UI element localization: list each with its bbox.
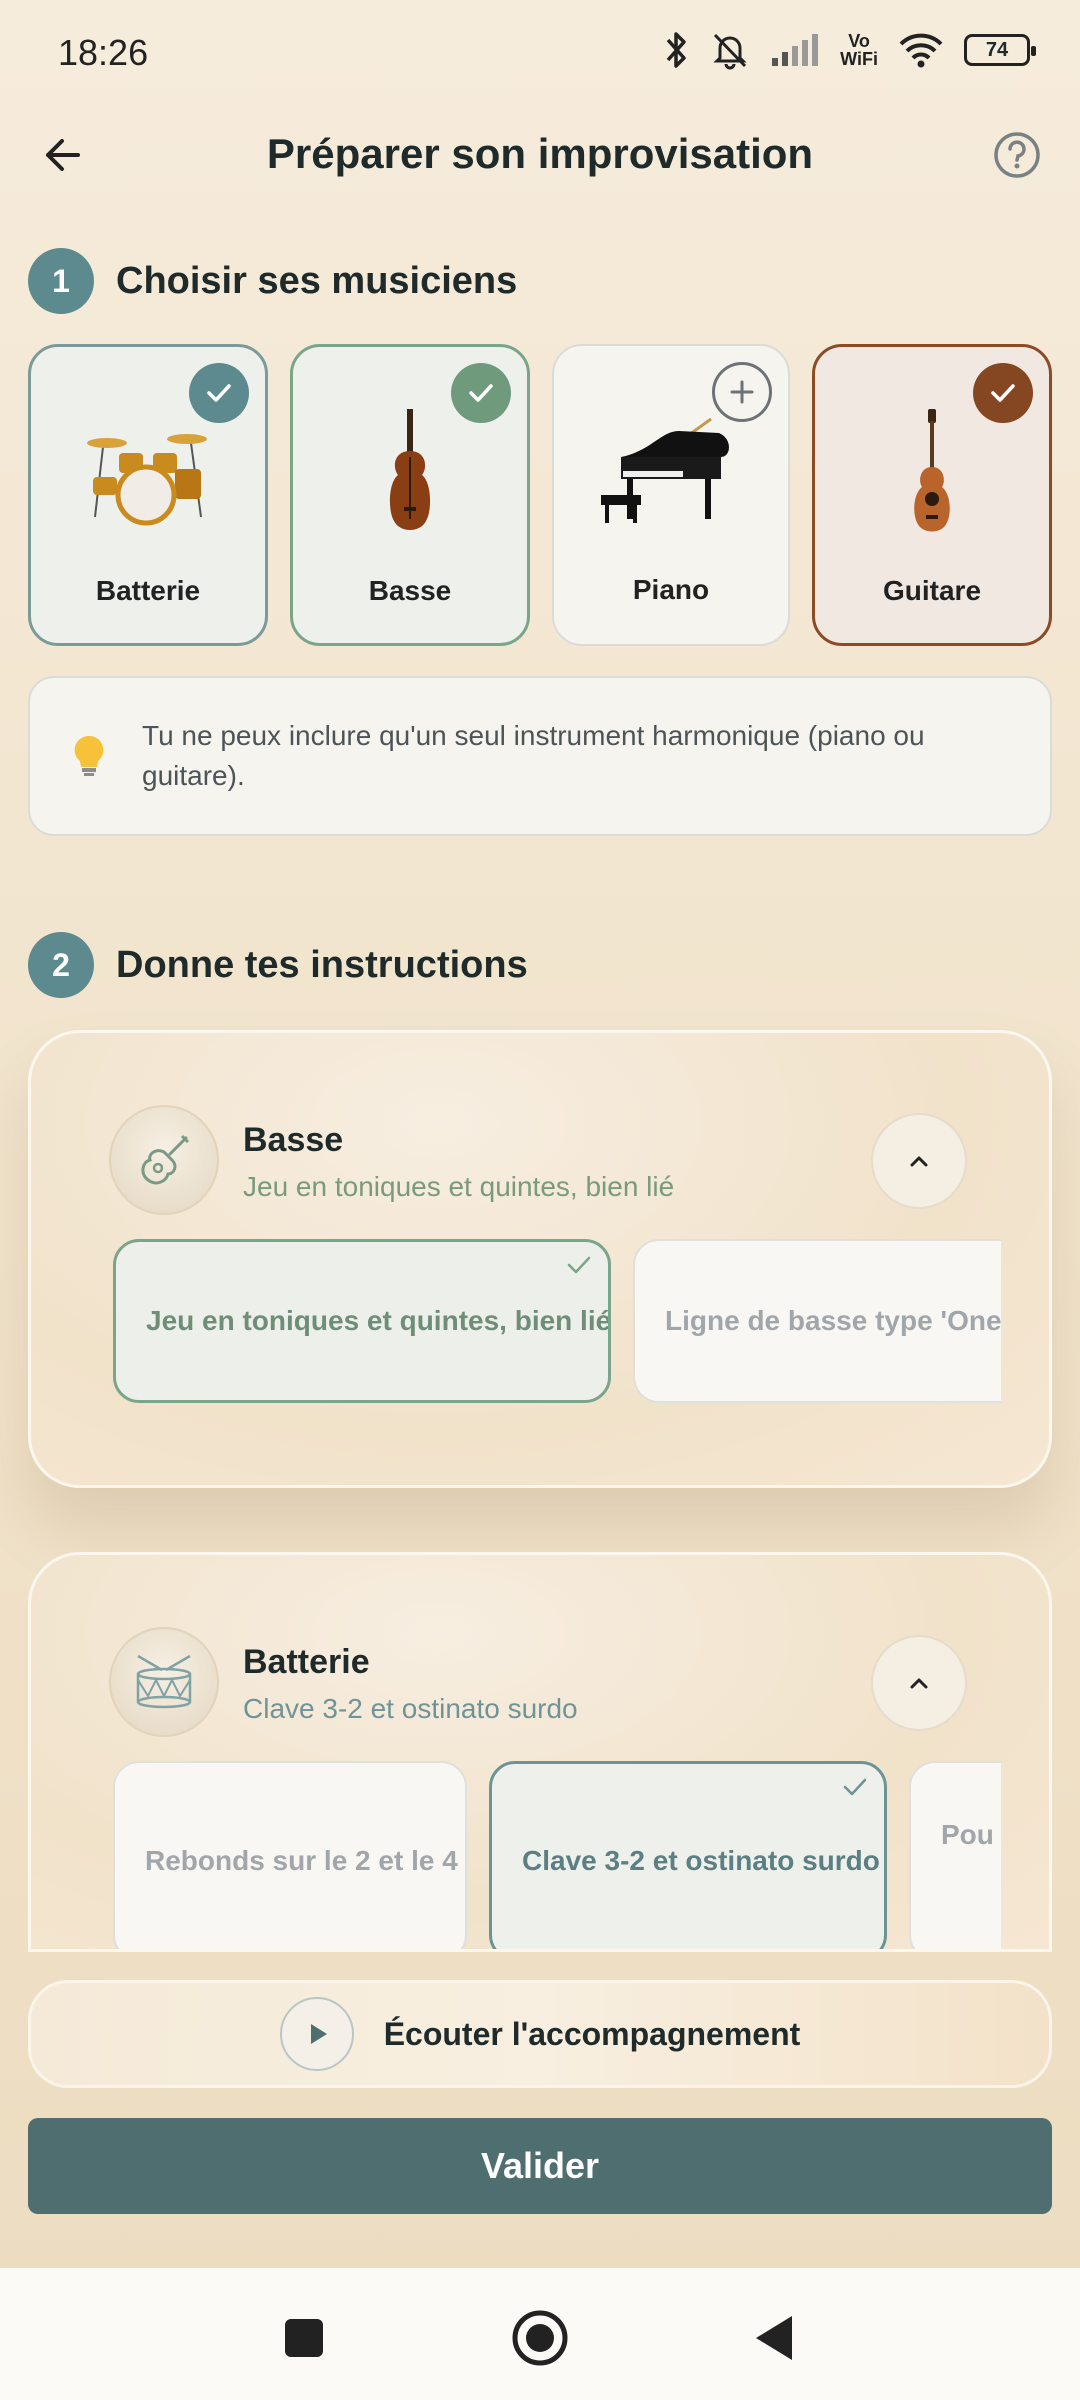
play-icon xyxy=(279,1997,354,2071)
option-chip[interactable]: Rebonds sur le 2 et le 4 xyxy=(113,1761,467,1949)
tip-text: Tu ne peux inclure qu'un seul instrument… xyxy=(142,720,925,791)
chevron-up-icon xyxy=(910,1156,928,1167)
step-number-1: 1 xyxy=(28,248,94,314)
status-bar: 18:26 Vo WiFi 74 xyxy=(0,0,1080,110)
instrument-label: Piano xyxy=(632,574,710,605)
recent-apps-button[interactable] xyxy=(274,2308,334,2368)
page-title: Préparer son improvisation xyxy=(266,130,814,177)
bell-muted-icon xyxy=(713,33,747,70)
battery-icon: 74 xyxy=(964,34,1036,66)
option-chip[interactable]: Pou xyxy=(909,1761,1001,1949)
drum-kit-icon xyxy=(87,434,207,526)
listen-label: Écouter l'accompagnement xyxy=(383,2015,801,2052)
lightbulb-icon xyxy=(74,735,104,776)
chevron-up-icon xyxy=(910,1678,928,1689)
system-nav-bar xyxy=(0,2268,1080,2400)
instruction-subtitle: Clave 3-2 et ostinato surdo xyxy=(243,1693,578,1724)
guitar-icon xyxy=(914,409,950,532)
instrument-card-guitare[interactable]: Guitare xyxy=(812,344,1052,646)
listen-button[interactable]: Écouter l'accompagnement xyxy=(28,1980,1052,2088)
instruction-name: Batterie xyxy=(243,1643,370,1681)
status-time: 18:26 xyxy=(58,32,149,73)
triangle-back-icon xyxy=(756,2316,792,2360)
instrument-label: Basse xyxy=(368,575,452,606)
help-button[interactable] xyxy=(992,130,1042,180)
instrument-card-basse[interactable]: Basse xyxy=(290,344,530,646)
home-circle-icon xyxy=(512,2310,568,2366)
back-nav-button[interactable] xyxy=(744,2308,804,2368)
instrument-card-piano[interactable]: Piano xyxy=(552,344,790,646)
header: Préparer son improvisation xyxy=(0,110,1080,200)
section-1-header: 1 Choisir ses musiciens xyxy=(28,248,517,314)
instruction-card-basse: Basse Jeu en toniques et quintes, bien l… xyxy=(28,1030,1052,1488)
double-bass-icon xyxy=(389,409,431,530)
options-strip[interactable]: Rebonds sur le 2 et le 4 Clave 3-2 et os… xyxy=(113,1761,1001,1949)
section-2-header: 2 Donne tes instructions xyxy=(28,932,528,998)
section-1-title: Choisir ses musiciens xyxy=(116,259,518,302)
square-icon xyxy=(285,2319,323,2357)
drum-icon xyxy=(136,1654,192,1709)
tip-box: Tu ne peux inclure qu'un seul instrument… xyxy=(28,676,1052,836)
collapse-button[interactable] xyxy=(871,1635,967,1731)
grand-piano-icon xyxy=(601,417,729,523)
home-button[interactable] xyxy=(510,2308,570,2368)
signal-icon xyxy=(772,34,819,66)
avatar xyxy=(109,1627,219,1737)
checkmark-icon xyxy=(567,1256,591,1274)
instrument-card-batterie[interactable]: Batterie xyxy=(28,344,268,646)
status-icons: Vo WiFi 74 xyxy=(664,30,1036,70)
guitar-icon xyxy=(141,1134,190,1185)
instruction-subtitle: Jeu en toniques et quintes, bien lié xyxy=(243,1171,675,1202)
instruction-card-batterie: Batterie Clave 3-2 et ostinato surdo Reb… xyxy=(28,1552,1052,1952)
bluetooth-icon xyxy=(666,32,686,68)
section-2-title: Donne tes instructions xyxy=(116,943,528,986)
collapse-button[interactable] xyxy=(871,1113,967,1209)
instrument-label: Batterie xyxy=(95,575,201,606)
validate-button[interactable]: Valider xyxy=(28,2118,1052,2214)
option-chip[interactable]: Ligne de basse type 'One-D xyxy=(633,1239,1001,1403)
wifi-icon xyxy=(899,33,943,68)
option-chip[interactable]: Jeu en toniques et quintes, bien lié xyxy=(113,1239,611,1403)
instrument-label: Guitare xyxy=(882,575,982,606)
vowifi-icon: Vo WiFi xyxy=(840,31,878,69)
option-chip[interactable]: Clave 3-2 et ostinato surdo xyxy=(489,1761,887,1949)
instrument-selector: Batterie Basse Piano Guitare xyxy=(28,344,1052,646)
step-number-2: 2 xyxy=(28,932,94,998)
question-icon xyxy=(994,132,1040,178)
options-strip[interactable]: Jeu en toniques et quintes, bien lié Lig… xyxy=(113,1239,1001,1407)
instruction-name: Basse xyxy=(243,1121,344,1159)
checkmark-icon xyxy=(843,1778,867,1796)
avatar xyxy=(109,1105,219,1215)
